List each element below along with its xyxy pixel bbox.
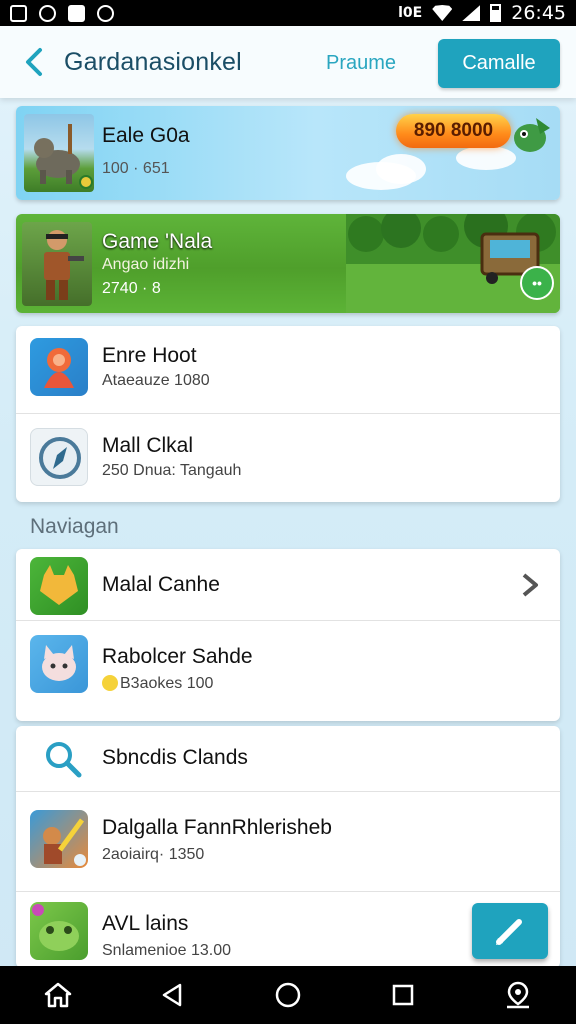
app-icon: [30, 338, 88, 396]
chevron-right-icon: [522, 573, 538, 597]
forest-background: [346, 214, 560, 313]
banner-subtitle: Angao idizhi: [102, 256, 190, 273]
character-icon: [44, 348, 74, 388]
banner-subtitle: 100 · 651: [102, 160, 170, 177]
list-item-subtitle: B3aokes 100: [120, 675, 214, 692]
app-icon: [30, 428, 88, 486]
coin-icon: [102, 675, 118, 691]
app-header: Gardanasionkel Praume Camalle: [0, 26, 576, 98]
clock: 26:45: [511, 2, 566, 24]
location-pin-icon: [507, 981, 530, 1009]
pencil-icon: [496, 919, 522, 945]
header-action-button[interactable]: Camalle: [438, 39, 560, 88]
list-item-title: AVL lains: [102, 912, 189, 935]
list-item[interactable]: Dalgalla FannRhlerisheb 2aoiairq· 1350: [16, 792, 560, 892]
list-item[interactable]: Rabolcer Sahde B3aokes 100: [16, 621, 560, 721]
soldier-figure-icon: [44, 230, 84, 300]
app-icon: [30, 557, 88, 615]
navigation-list-card: Malal Canhe Rabolcer Sahde B3aokes 100: [16, 549, 560, 721]
app-icon: [30, 902, 88, 960]
banner-title: Game 'Nala: [102, 230, 213, 253]
nav-center-button[interactable]: [263, 970, 313, 1020]
banner-title: Eale G0a: [102, 124, 190, 147]
list-item-title: Dalgalla FannRhlerisheb: [102, 816, 332, 839]
app-title: Gardanasionkel: [64, 47, 242, 76]
game-thumbnail-soldier: [22, 222, 92, 306]
gallery-notification-icon: [10, 4, 27, 22]
battery-icon: [490, 4, 502, 22]
wifi-icon: [432, 5, 453, 21]
notification-icons: [10, 4, 114, 22]
sync-notification-icon: [39, 4, 56, 22]
app-icon: [30, 810, 88, 868]
more-options-button[interactable]: ••: [520, 266, 554, 300]
compass-icon: [39, 437, 81, 479]
list-item-subtitle: 2aoiairq· 1350: [102, 846, 205, 863]
list-item-title: Malal Canhe: [102, 573, 220, 596]
nav-recents-button[interactable]: [378, 970, 428, 1020]
fox-icon: [40, 565, 78, 605]
list-item-subtitle: Ataeauze 1080: [102, 372, 210, 389]
system-navigation-bar: [0, 966, 576, 1024]
creature-figure-icon: [34, 124, 93, 189]
home-icon: [44, 982, 71, 1008]
list-item-title: Mall Clkal: [102, 434, 194, 457]
featured-list-card: Enre Hoot Ataeauze 1080 Mall Clkal 250 D…: [16, 326, 560, 502]
signal-icon: [462, 5, 481, 21]
promo-banner-1[interactable]: Eale G0a 100 · 651 890 8000: [16, 106, 560, 200]
back-button[interactable]: [14, 42, 54, 82]
list-item-subtitle: Snlamenioe 13.00: [102, 942, 231, 959]
list-item[interactable]: Sbncdis Clands: [16, 726, 560, 792]
list-item-subtitle: 250 Dnua: Tangauh: [102, 462, 242, 479]
vibrate-indicator: l0E: [398, 5, 423, 21]
fish-character-icon: [514, 118, 550, 152]
edit-fab-button[interactable]: [472, 903, 548, 959]
app-icon: [30, 635, 88, 693]
dots-icon: ••: [532, 275, 542, 291]
status-bar: l0E 26:45: [0, 0, 576, 26]
promo-banner-2[interactable]: Game 'Nala Angao idizhi 2740 · 8 ••: [16, 214, 560, 313]
back-arrow-icon: [26, 48, 42, 76]
nav-back-button[interactable]: [148, 970, 198, 1020]
cloud-decoration: [376, 154, 426, 184]
banner-meta: 2740 · 8: [102, 280, 161, 297]
search-icon: [46, 742, 82, 778]
list-item-title: Rabolcer Sahde: [102, 645, 253, 668]
list-item-title: Enre Hoot: [102, 344, 197, 367]
square-recents-icon: [392, 984, 414, 1006]
warrior-icon: [43, 818, 86, 866]
section-label: Naviagan: [30, 515, 119, 538]
header-link[interactable]: Praume: [326, 52, 396, 75]
list-item[interactable]: Enre Hoot Ataeauze 1080: [16, 326, 560, 414]
game-thumbnail-creature: [24, 114, 94, 192]
back-triangle-icon: [162, 983, 182, 1007]
frog-icon: [32, 904, 79, 951]
nav-home-button[interactable]: [33, 970, 83, 1020]
circle-home-icon: [275, 982, 301, 1008]
nav-location-button[interactable]: [493, 970, 543, 1020]
shield-notification-icon: [68, 4, 85, 22]
list-item[interactable]: Mall Clkal 250 Dnua: Tangauh: [16, 414, 560, 502]
sale-badge: 890 8000: [396, 114, 511, 148]
chat-notification-icon: [97, 4, 114, 22]
list-item[interactable]: Malal Canhe: [16, 549, 560, 621]
cat-icon: [42, 645, 76, 681]
list-item-title: Sbncdis Clands: [102, 746, 248, 769]
cloud-decoration: [456, 146, 516, 170]
